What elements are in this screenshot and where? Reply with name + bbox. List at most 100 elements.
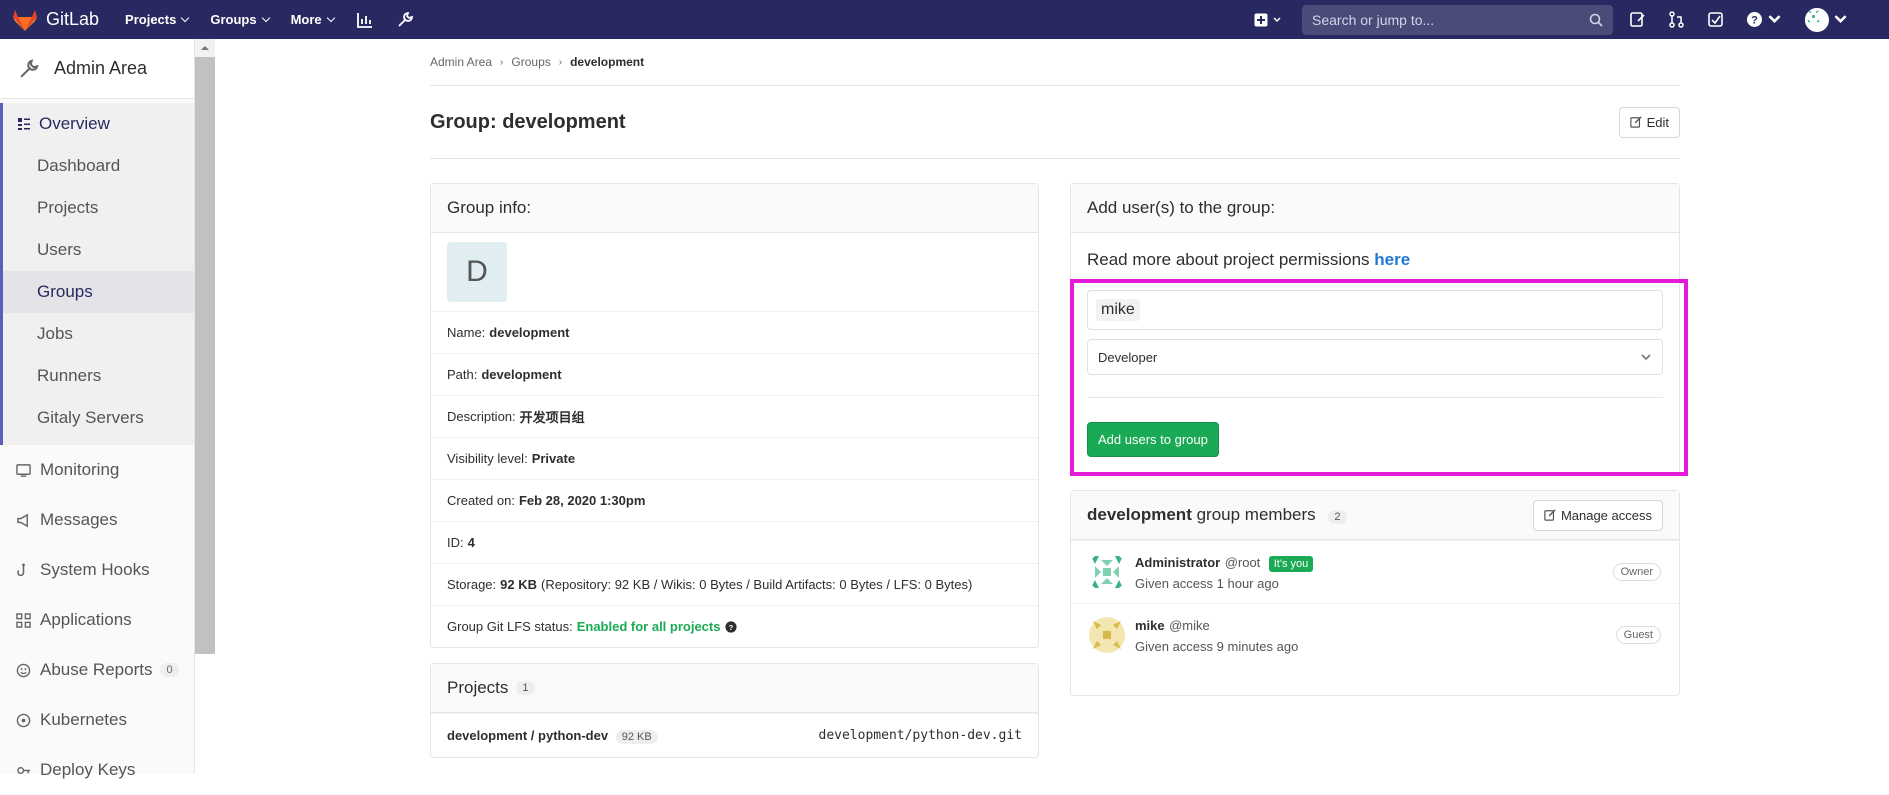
- chevron-down-icon: [1834, 15, 1847, 24]
- sidebar-item-gitaly-servers[interactable]: Gitaly Servers: [3, 397, 194, 439]
- sidebar-applications-label: Applications: [40, 610, 132, 629]
- projects-header: Projects 1: [431, 664, 1038, 713]
- sidebar-abuse-reports-label: Abuse Reports: [40, 660, 153, 679]
- activity-chart-icon[interactable]: [356, 11, 374, 29]
- sidebar-item-abuse-reports[interactable]: Abuse Reports 0: [0, 645, 194, 695]
- sidebar-item-monitoring[interactable]: Monitoring: [0, 445, 194, 495]
- add-users-header: Add user(s) to the group:: [1071, 184, 1679, 233]
- breadcrumb-current[interactable]: development: [570, 55, 644, 69]
- member-name[interactable]: mike: [1135, 618, 1165, 633]
- permissions-note: Read more about project permissions here: [1071, 233, 1679, 283]
- issues-icon[interactable]: [1629, 11, 1646, 28]
- nav-groups[interactable]: Groups: [210, 12, 268, 27]
- breadcrumb-admin-area[interactable]: Admin Area: [430, 55, 492, 69]
- group-info-card: Group info: D Name: development Path: deve…: [430, 183, 1039, 648]
- project-row[interactable]: development / python-dev 92 KB developme…: [431, 713, 1038, 757]
- admin-wrench-icon[interactable]: [396, 11, 414, 29]
- search-icon: [1589, 13, 1603, 27]
- info-label: Group Git LFS status:: [447, 619, 573, 634]
- sidebar-header[interactable]: Admin Area: [0, 39, 194, 99]
- info-value: 92 KB: [500, 577, 538, 592]
- gitlab-tanuki-icon: [13, 9, 37, 31]
- sidebar-item-system-hooks[interactable]: System Hooks: [0, 545, 194, 595]
- user-menu[interactable]: [1805, 7, 1849, 32]
- member-avatar[interactable]: [1087, 615, 1127, 655]
- merge-requests-icon[interactable]: [1668, 11, 1685, 28]
- info-value: development: [489, 325, 570, 340]
- nav-more[interactable]: More: [291, 12, 334, 27]
- help-dropdown[interactable]: ?: [1746, 11, 1783, 28]
- member-name[interactable]: Administrator: [1135, 555, 1220, 570]
- question-circle-icon[interactable]: ?: [725, 620, 738, 633]
- sidebar-item-overview[interactable]: Overview: [0, 103, 194, 145]
- highlight-annotation-box: [1070, 279, 1688, 476]
- svg-text:?: ?: [1751, 15, 1758, 27]
- member-row: mike @mike Given access 9 minutes ago Gu…: [1071, 603, 1679, 666]
- member-access-time: Given access 1 hour ago: [1135, 575, 1279, 591]
- sidebar-item-dashboard[interactable]: Dashboard: [3, 145, 194, 187]
- help-icon: ?: [1747, 12, 1762, 27]
- project-name[interactable]: development / python-dev: [447, 728, 608, 743]
- todos-icon[interactable]: [1707, 11, 1724, 28]
- chevron-down-icon: [1273, 16, 1281, 22]
- info-value: development: [481, 367, 562, 382]
- info-label: Description:: [447, 409, 516, 424]
- sidebar-item-messages[interactable]: Messages: [0, 495, 194, 545]
- sidebar-item-applications[interactable]: Applications: [0, 595, 194, 645]
- permissions-link[interactable]: here: [1374, 250, 1410, 269]
- sidebar-scrollbar[interactable]: [195, 39, 215, 654]
- info-label: Name:: [447, 325, 486, 340]
- members-card: development group members 2 Manage acces…: [1070, 490, 1680, 696]
- info-value: 开发项目组: [519, 410, 585, 425]
- permissions-text: Read more about project permissions: [1087, 250, 1370, 269]
- page-title: Group: development: [430, 110, 626, 133]
- member-avatar[interactable]: [1087, 552, 1127, 592]
- member-role-badge: Owner: [1612, 563, 1661, 581]
- info-value: Private: [531, 451, 576, 466]
- its-you-badge: It's you: [1268, 555, 1314, 572]
- sidebar-system-hooks-label: System Hooks: [40, 560, 150, 579]
- breadcrumb: Admin Area › Groups › development: [430, 39, 1680, 86]
- info-row-visibility: Visibility level: Private: [431, 437, 1038, 479]
- members-header: development group members 2 Manage acces…: [1071, 491, 1679, 540]
- info-row-name: Name: development: [431, 311, 1038, 353]
- members-header-suffix: group members: [1196, 505, 1316, 524]
- sidebar-overview-label: Overview: [39, 114, 110, 133]
- sidebar-item-jobs[interactable]: Jobs: [3, 313, 194, 355]
- top-navbar: GitLab Projects Groups More Search or ju…: [0, 0, 1889, 39]
- search-input[interactable]: Search or jump to...: [1302, 4, 1613, 35]
- nav-projects[interactable]: Projects: [125, 12, 188, 27]
- info-row-storage: Storage: 92 KB (Repository: 92 KB / Wikis:…: [431, 563, 1038, 605]
- overview-submenu: Dashboard Projects Users Groups Jobs Run…: [0, 145, 194, 445]
- info-row-created: Created on: Feb 28, 2020 1:30pm: [431, 479, 1038, 521]
- info-row-description: Description: 开发项目组: [431, 395, 1038, 437]
- gitlab-logo[interactable]: GitLab: [12, 8, 99, 32]
- members-count: 2: [1328, 510, 1347, 524]
- project-path: development/python-dev.git: [818, 728, 1023, 743]
- storage-detail: (Repository: 92 KB / Wikis: 0 Bytes / Bu…: [541, 577, 973, 592]
- new-item-dropdown[interactable]: [1254, 13, 1282, 27]
- sidebar-messages-label: Messages: [40, 510, 118, 529]
- sidebar-item-runners[interactable]: Runners: [3, 355, 194, 397]
- info-row-id: ID: 4: [431, 521, 1038, 563]
- cloud-icon: [14, 713, 32, 728]
- manage-access-button[interactable]: Manage access: [1532, 499, 1663, 531]
- svg-text:?: ?: [729, 623, 734, 632]
- breadcrumb-groups[interactable]: Groups: [511, 55, 550, 69]
- sidebar-item-users[interactable]: Users: [3, 229, 194, 271]
- info-label: Visibility level:: [447, 451, 528, 466]
- pencil-square-icon: [1629, 116, 1642, 128]
- scroll-up-arrow[interactable]: [195, 39, 215, 57]
- sidebar-item-kubernetes[interactable]: Kubernetes: [0, 695, 194, 745]
- applications-grid-icon: [14, 612, 32, 628]
- sidebar-item-projects[interactable]: Projects: [3, 187, 194, 229]
- overview-grid-icon: [18, 118, 30, 130]
- monitor-icon: [14, 463, 32, 478]
- sidebar-item-deploy-keys[interactable]: Deploy Keys: [0, 745, 194, 795]
- admin-sidebar: Admin Area Overview Dashboard Projects U…: [0, 39, 195, 779]
- wrench-icon: [14, 54, 44, 84]
- edit-button[interactable]: Edit: [1618, 106, 1680, 138]
- member-row: Administrator @root It's you Given acces…: [1071, 540, 1679, 603]
- sidebar-item-groups[interactable]: Groups: [3, 271, 194, 313]
- chevron-right-icon: ›: [558, 56, 563, 68]
